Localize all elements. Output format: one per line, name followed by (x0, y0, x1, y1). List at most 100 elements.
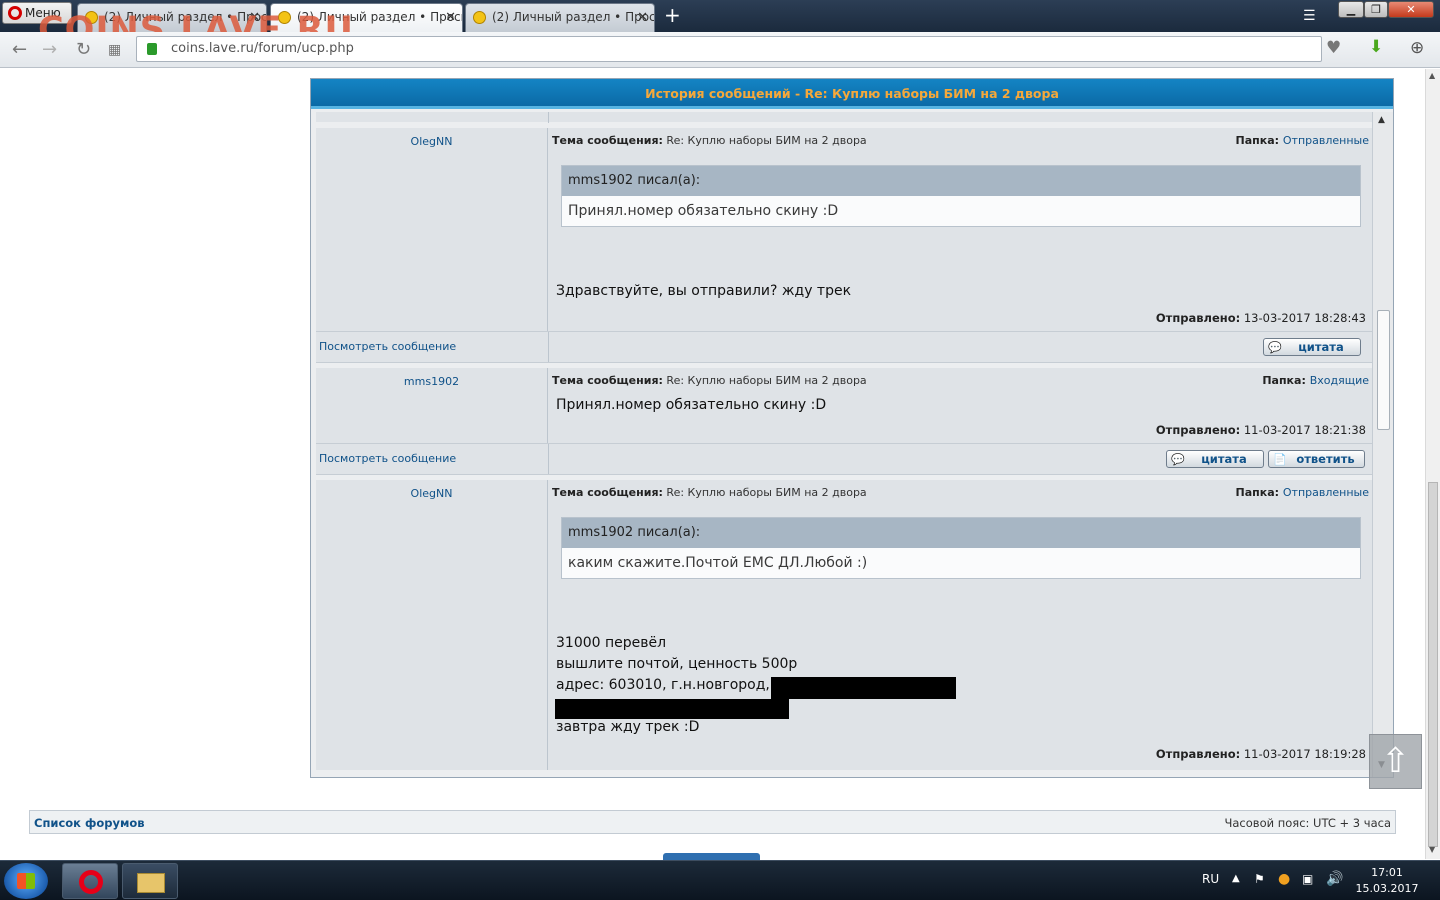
quote-button[interactable]: 💬 цитата (1263, 338, 1361, 356)
close-window-icon[interactable]: ✕ (1388, 1, 1434, 18)
quote-button[interactable]: 💬 цитата (1166, 450, 1264, 468)
minimize-icon[interactable]: ▁ (1338, 1, 1364, 18)
quote-bubble-icon: 💬 (1171, 453, 1185, 466)
tray-expand-icon[interactable]: ▲ (1232, 873, 1240, 884)
scroll-up-icon[interactable]: ▲ (1429, 71, 1435, 80)
message-subject: Тема сообщения: Re: Куплю наборы БИМ на … (552, 486, 867, 499)
tray-app-icon[interactable]: ● (1278, 871, 1290, 887)
message-folder: Папка: Входящие (1262, 374, 1369, 387)
back-arrow-icon[interactable]: ← (12, 39, 27, 60)
timezone-text: Часовой пояс: UTC + 3 часа (1224, 816, 1392, 830)
sent-date: 11-03-2017 18:19:28 (1243, 747, 1366, 761)
message-text: Принял.номер обязательно скину :D (556, 395, 826, 416)
scroll-down-icon[interactable]: ▼ (1429, 845, 1435, 854)
message-row: OlegNN Тема сообщения: Re: Куплю наборы … (316, 480, 1372, 770)
subject-label: Тема сообщения: (552, 374, 663, 387)
tab-close-icon[interactable]: ✕ (637, 4, 648, 31)
quote-text: каким скажите.Почтой ЕМС ДЛ.Любой :) (568, 555, 868, 571)
downloads-circle-icon[interactable]: ⊕ (1410, 38, 1424, 58)
download-arrow-icon[interactable]: ⬇ (1369, 37, 1383, 57)
language-indicator[interactable]: RU (1202, 872, 1219, 886)
start-button[interactable] (4, 863, 48, 899)
message-row: OlegNN Тема сообщения: Re: Куплю наборы … (316, 128, 1372, 332)
quote-button-label: цитата (1298, 340, 1344, 354)
address-bar: ← → ↻ ▦ coins.lave.ru/forum/ucp.php (0, 32, 1440, 68)
taskbar-clock[interactable]: 17:01 15.03.2017 (1352, 865, 1422, 897)
message-body-cell: Тема сообщения: Re: Куплю наборы БИМ на … (548, 368, 1372, 444)
network-icon[interactable]: ▣ (1302, 872, 1313, 886)
message-subject: Тема сообщения: Re: Куплю наборы БИМ на … (552, 374, 867, 387)
sent-date: 11-03-2017 18:21:38 (1243, 423, 1366, 437)
windows-taskbar: RU ▲ ⚑ ● ▣ 🔊 17:01 15.03.2017 (0, 860, 1440, 900)
quote-button-label: цитата (1201, 452, 1247, 466)
message-line: 31000 перевёл (556, 635, 667, 651)
quote-bubble-icon: 💬 (1268, 341, 1282, 354)
page-scrollbar-thumb[interactable] (1428, 482, 1438, 847)
subject-text: Re: Куплю наборы БИМ на 2 двора (666, 486, 867, 499)
reply-button[interactable]: 📄 ответить (1268, 450, 1365, 468)
clock-date: 15.03.2017 (1355, 882, 1419, 895)
taskbar-opera[interactable] (62, 863, 118, 899)
message-sent: Отправлено: 11-03-2017 18:21:38 (1156, 423, 1366, 437)
browser-tab-3[interactable]: (2) Личный раздел • Просмотр ✕ (465, 3, 655, 32)
tab-close-icon[interactable]: ✕ (445, 4, 456, 31)
taskbar-explorer[interactable] (122, 863, 178, 899)
message-line: завтра жду трек :D (556, 719, 700, 735)
panel-scrollbar[interactable]: ▲ ▼ (1372, 112, 1393, 777)
quote-block: mms1902 писал(а): каким скажите.Почтой Е… (561, 517, 1361, 579)
message-action-row: Посмотреть сообщение 💬 цитата (316, 331, 1372, 363)
footer-tab[interactable] (663, 853, 760, 860)
maximize-icon[interactable]: ❐ (1364, 1, 1388, 18)
redaction-block (771, 677, 956, 699)
sent-label: Отправлено: (1155, 423, 1241, 437)
folder-link[interactable]: Отправленные (1283, 134, 1369, 147)
author-link[interactable]: mms1902 (316, 375, 547, 388)
quote-author: mms1902 писал(а): (562, 518, 1360, 548)
opera-logo-icon (8, 6, 22, 20)
panel-scrollbar-thumb[interactable] (1377, 310, 1390, 430)
message-text: Здравствуйте, вы отправили? жду трек (556, 281, 851, 302)
view-message-link[interactable]: Посмотреть сообщение (319, 340, 456, 353)
message-row: mms1902 Тема сообщения: Re: Куплю наборы… (316, 368, 1372, 444)
back-to-top-button[interactable]: ⇧ (1369, 734, 1422, 789)
folder-icon (137, 873, 165, 893)
folder-label: Папка: (1262, 374, 1306, 387)
message-subject: Тема сообщения: Re: Куплю наборы БИМ на … (552, 134, 867, 147)
new-tab-icon[interactable]: + (664, 4, 681, 26)
author-link[interactable]: OlegNN (316, 487, 547, 500)
forum-footer: Список форумов Часовой пояс: UTC + 3 час… (29, 810, 1396, 834)
message-list: OlegNN Тема сообщения: Re: Куплю наборы … (316, 112, 1372, 778)
page-scrollbar[interactable]: ▲ ▼ (1425, 69, 1440, 859)
bookmark-heart-icon[interactable]: ♥ (1326, 38, 1341, 58)
message-line: вышлите почтой, ценность 500р (556, 656, 798, 672)
message-sent: Отправлено: 13-03-2017 18:28:43 (1156, 311, 1366, 325)
panel-scroll-up-icon[interactable]: ▲ (1378, 115, 1385, 125)
reply-page-icon: 📄 (1273, 453, 1287, 466)
view-message-link[interactable]: Посмотреть сообщение (319, 452, 456, 465)
smiley-favicon-icon (473, 11, 486, 24)
reply-button-label: ответить (1296, 452, 1355, 466)
sent-label: Отправлено: (1155, 747, 1241, 761)
folder-link[interactable]: Отправленные (1283, 486, 1369, 499)
author-link[interactable]: OlegNN (316, 135, 547, 148)
message-sent: Отправлено: 11-03-2017 18:19:28 (1156, 747, 1366, 761)
reload-icon[interactable]: ↻ (76, 39, 91, 60)
action-center-flag-icon[interactable]: ⚑ (1254, 872, 1265, 886)
forum-list-link[interactable]: Список форумов (34, 816, 145, 830)
message-history-title: История сообщений - Re: Куплю наборы БИМ… (311, 79, 1393, 109)
windows-logo-icon (17, 873, 35, 889)
message-action-row: Посмотреть сообщение 💬 цитата 📄 ответить (316, 443, 1372, 475)
message-line: Принял.номер обязательно скину :D (556, 397, 827, 413)
url-input[interactable]: coins.lave.ru/forum/ucp.php (136, 36, 1322, 62)
folder-link[interactable]: Входящие (1310, 374, 1369, 387)
message-history-panel: История сообщений - Re: Куплю наборы БИМ… (310, 78, 1394, 778)
sent-label: Отправлено: (1155, 311, 1241, 325)
speed-dial-grid-icon[interactable]: ▦ (108, 42, 121, 58)
quote-text: Принял.номер обязательно скину :D (568, 203, 839, 219)
forward-arrow-icon[interactable]: → (42, 39, 57, 60)
folder-label: Папка: (1235, 134, 1280, 147)
tab-menu-icon[interactable]: ☰ (1303, 8, 1316, 24)
quote-author: mms1902 писал(а): (562, 166, 1360, 196)
clock-time: 17:01 (1371, 866, 1403, 879)
volume-icon[interactable]: 🔊 (1326, 871, 1343, 887)
